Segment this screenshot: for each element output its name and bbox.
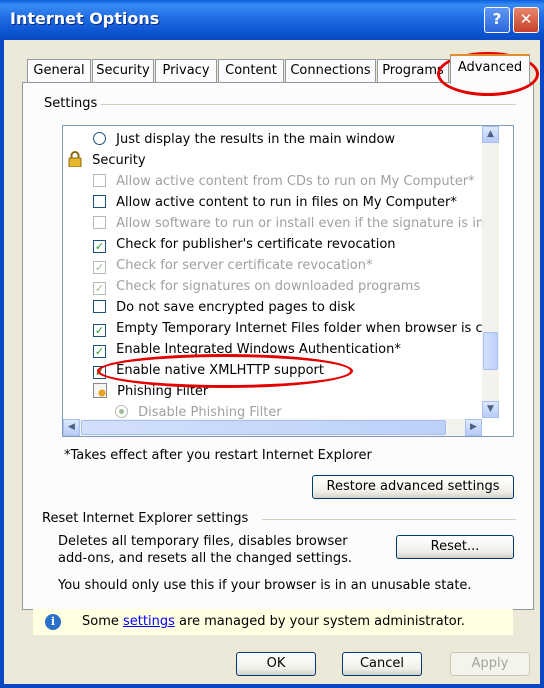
- list-item-label: Check for signatures on downloaded progr…: [116, 279, 421, 294]
- window-title: Internet Options: [10, 9, 160, 28]
- checkbox-checked[interactable]: ✓: [93, 240, 106, 253]
- list-item-label: Enable native XMLHTTP support: [116, 363, 324, 378]
- tab-security[interactable]: Security: [92, 59, 154, 82]
- cancel-button[interactable]: Cancel: [342, 652, 422, 676]
- list-item[interactable]: ✓ Empty Temporary Internet Files folder …: [93, 318, 494, 339]
- list-item[interactable]: ✓ Check for server certificate revocatio…: [93, 255, 373, 276]
- list-item-label: Allow software to run or install even if…: [116, 216, 500, 231]
- list-item-label: Check for server certificate revocation*: [116, 258, 373, 273]
- list-item-label: Just display the results in the main win…: [116, 132, 396, 147]
- ok-button[interactable]: OK: [236, 652, 316, 676]
- list-item-label: Disable Phishing Filter: [138, 405, 282, 420]
- internet-options-window: Internet Options ? ✕ General Security Pr…: [0, 0, 544, 688]
- reset-group-line: [262, 519, 516, 520]
- settings-group-line: [100, 104, 516, 105]
- list-item-label: Enable Integrated Windows Authentication…: [116, 342, 401, 357]
- window-border-bottom: [0, 684, 544, 688]
- checkbox[interactable]: [93, 300, 106, 313]
- checkbox[interactable]: [93, 195, 106, 208]
- reset-group-label: Reset Internet Explorer settings: [42, 511, 253, 526]
- checkbox-checked[interactable]: ✓: [93, 345, 106, 358]
- title-bar[interactable]: Internet Options ? ✕: [0, 0, 544, 40]
- reset-description-line2: add-ons, and resets all the changed sett…: [58, 551, 353, 566]
- list-category-label: Phishing Filter: [117, 384, 209, 399]
- tab-programs[interactable]: Programs: [377, 59, 449, 82]
- list-item[interactable]: Just display the results in the main win…: [93, 129, 395, 150]
- close-button[interactable]: ✕: [513, 7, 539, 33]
- list-item-label: Do not save encrypted pages to disk: [116, 300, 356, 315]
- checkbox-checked[interactable]: ✓: [93, 261, 106, 274]
- tab-content[interactable]: Content: [218, 59, 284, 82]
- settings-link[interactable]: settings: [123, 614, 175, 629]
- phishing-filter-icon: [93, 383, 107, 398]
- tab-advanced[interactable]: Advanced: [450, 54, 530, 84]
- tab-privacy[interactable]: Privacy: [155, 59, 217, 82]
- settings-list[interactable]: Just display the results in the main win…: [62, 125, 514, 437]
- list-category: Phishing Filter: [93, 381, 208, 402]
- scroll-right-icon[interactable]: ▶: [465, 419, 482, 436]
- list-category-label: Security: [92, 153, 146, 168]
- list-item-label: Check for publisher's certificate revoca…: [116, 237, 396, 252]
- horizontal-scrollbar[interactable]: ◀ ▶: [63, 419, 482, 436]
- tab-connections[interactable]: Connections: [285, 59, 376, 82]
- radio-button[interactable]: [93, 132, 106, 145]
- window-border-left: [0, 40, 4, 688]
- list-item-label: Allow active content to run in files on …: [116, 195, 457, 210]
- reset-description-line1: Deletes all temporary files, disables br…: [58, 534, 348, 549]
- checkbox-checked[interactable]: ✓: [93, 324, 106, 337]
- list-item[interactable]: Allow active content from CDs to run on …: [93, 171, 475, 192]
- scroll-up-icon[interactable]: ▲: [482, 126, 499, 143]
- apply-button[interactable]: Apply: [450, 652, 530, 676]
- vertical-scrollbar[interactable]: ▲ ▼: [482, 126, 499, 418]
- scroll-left-icon[interactable]: ◀: [63, 419, 80, 436]
- checkbox[interactable]: [93, 216, 106, 229]
- info-bar-prefix: Some: [82, 614, 123, 629]
- checkbox-checked[interactable]: ✓: [93, 366, 106, 379]
- help-button[interactable]: ?: [484, 7, 510, 33]
- lock-icon: [68, 151, 82, 167]
- list-item-label: Allow active content from CDs to run on …: [116, 174, 475, 189]
- horizontal-scroll-thumb[interactable]: [81, 420, 446, 435]
- radio-button-selected[interactable]: [115, 405, 128, 418]
- list-category: Security: [68, 150, 146, 171]
- list-item[interactable]: Do not save encrypted pages to disk: [93, 297, 355, 318]
- info-icon: i: [45, 614, 61, 630]
- info-bar-suffix: are managed by your system administrator…: [174, 614, 466, 629]
- checkbox[interactable]: [93, 174, 106, 187]
- list-item[interactable]: Allow software to run or install even if…: [93, 213, 500, 234]
- info-bar-text: Some settings are managed by your system…: [82, 614, 465, 629]
- list-item[interactable]: ✓ Enable Integrated Windows Authenticati…: [93, 339, 401, 360]
- reset-button[interactable]: Reset...: [396, 535, 514, 559]
- list-item-label: Empty Temporary Internet Files folder wh…: [116, 321, 495, 336]
- vertical-scroll-thumb[interactable]: [483, 332, 498, 370]
- window-border-right: [540, 40, 544, 688]
- settings-group-label: Settings: [44, 96, 102, 111]
- list-item[interactable]: ✓ Enable native XMLHTTP support: [93, 360, 324, 381]
- restart-footnote: *Takes effect after you restart Internet…: [64, 448, 372, 463]
- restore-advanced-settings-button[interactable]: Restore advanced settings: [312, 475, 514, 499]
- scroll-down-icon[interactable]: ▼: [482, 401, 499, 418]
- tab-general[interactable]: General: [27, 59, 91, 82]
- reset-warning: You should only use this if your browser…: [58, 578, 472, 593]
- list-item[interactable]: ✓ Check for signatures on downloaded pro…: [93, 276, 420, 297]
- list-item[interactable]: ✓ Check for publisher's certificate revo…: [93, 234, 396, 255]
- checkbox-checked[interactable]: ✓: [93, 282, 106, 295]
- list-item[interactable]: Allow active content to run in files on …: [93, 192, 457, 213]
